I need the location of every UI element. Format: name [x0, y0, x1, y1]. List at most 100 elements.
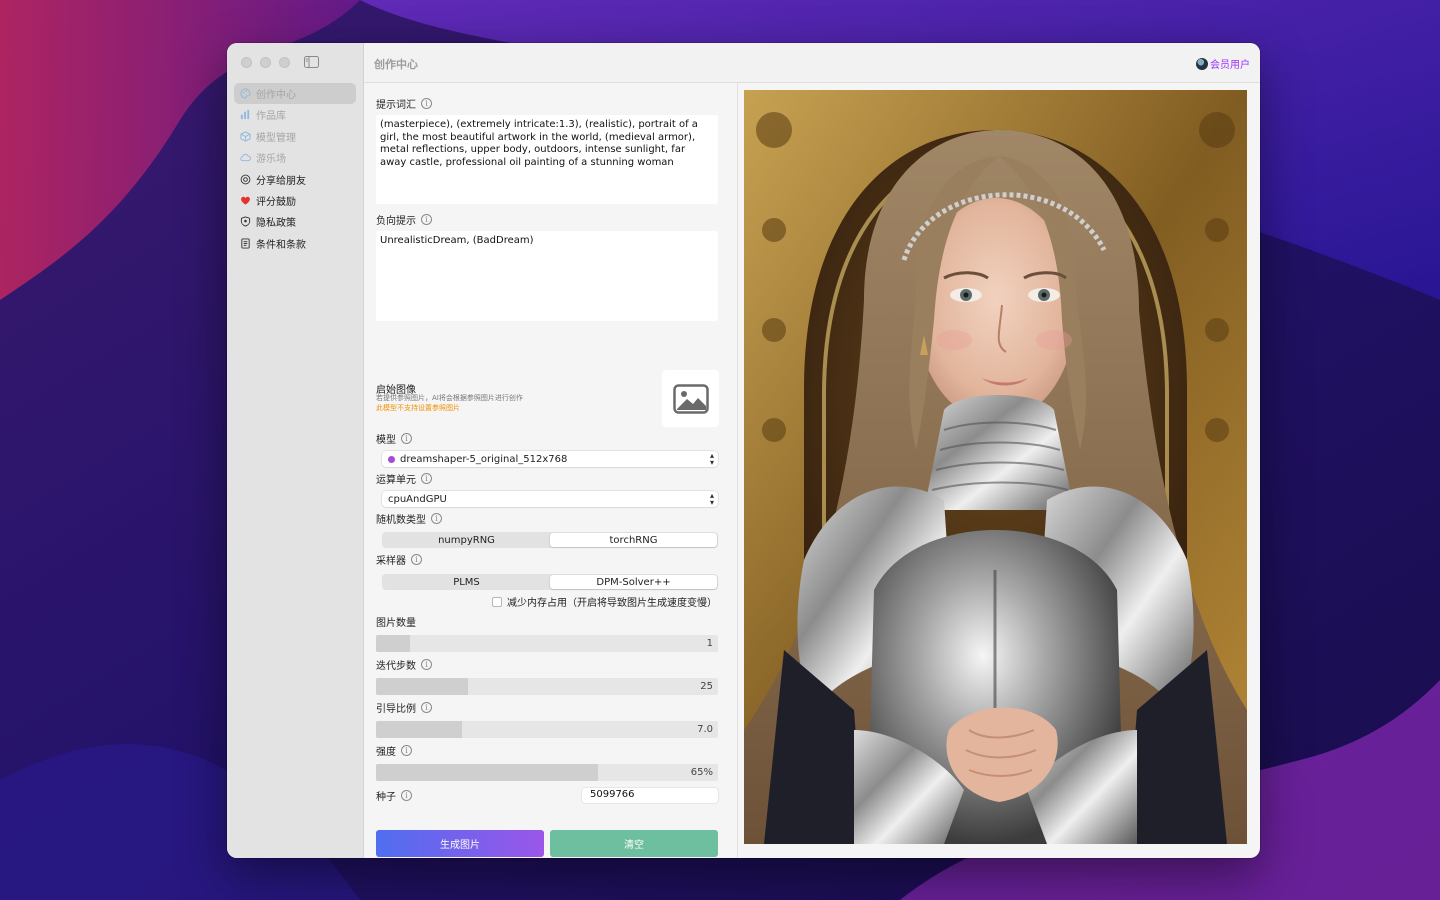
sidebar-item-privacy[interactable]: 隐私政策	[234, 211, 356, 232]
model-status-dot	[388, 455, 395, 463]
generate-button[interactable]: 生成图片	[376, 830, 544, 857]
sidebar-item-rate[interactable]: 评分鼓励	[234, 190, 356, 211]
sidebar-item-label: 隐私政策	[256, 218, 296, 230]
slider-fill	[376, 721, 462, 738]
negative-prompt-textarea[interactable]: UnrealisticDream, (BadDream)	[376, 231, 718, 321]
cube-icon	[240, 131, 251, 142]
document-icon	[241, 238, 250, 249]
slider-fill	[376, 635, 411, 652]
page-title: 创作中心	[374, 58, 418, 71]
sidebar-item-playground[interactable]: 游乐场	[234, 147, 356, 168]
minimize-window-button[interactable]	[260, 57, 271, 68]
palette-icon	[240, 88, 251, 99]
image-count-slider[interactable]: 1	[376, 635, 718, 652]
member-label: 会员用户	[1210, 60, 1250, 71]
compute-unit-label-row: 运算单元 i	[376, 471, 432, 486]
strength-label: 强度	[376, 747, 396, 758]
compute-unit-label: 运算单元	[376, 475, 416, 486]
chevron-updown-icon: ▴ ▾	[709, 451, 714, 467]
steps-value: 25	[700, 681, 713, 692]
app-window: 创作中心 作品库 模型管理 游乐场 分享给朋友 评分鼓励 隐私政策 条件和条款 …	[227, 43, 1260, 858]
panel-divider	[737, 83, 738, 858]
steps-label: 迭代步数	[376, 661, 416, 672]
init-image-picker[interactable]	[662, 370, 719, 427]
info-icon[interactable]: i	[421, 659, 432, 670]
sidebar-item-model-management[interactable]: 模型管理	[234, 126, 356, 147]
sampler-label-row: 采样器 i	[376, 552, 422, 567]
sidebar-item-label: 游乐场	[256, 154, 286, 166]
info-icon[interactable]: i	[401, 433, 412, 444]
sampler-label: 采样器	[376, 556, 406, 567]
compute-unit-select[interactable]: cpuAndGPU ▴ ▾	[382, 491, 718, 507]
strength-slider[interactable]: 65%	[376, 764, 718, 781]
sidebar-item-creation-center[interactable]: 创作中心	[234, 83, 356, 104]
negative-label-row: 负向提示 i	[376, 212, 432, 227]
steps-label-row: 迭代步数 i	[376, 657, 432, 672]
info-icon[interactable]: i	[431, 513, 442, 524]
sampler-option-dpm[interactable]: DPM-Solver++	[550, 575, 717, 589]
chart-icon	[240, 110, 250, 120]
info-icon[interactable]: i	[401, 790, 412, 801]
main-area: 创作中心 会员用户 提示词汇 i (masterpiece), (extreme…	[364, 43, 1260, 858]
prompt-textarea[interactable]: (masterpiece), (extremely intricate:1.3)…	[376, 115, 718, 204]
clear-button[interactable]: 清空	[550, 830, 718, 857]
sidebar-item-label: 分享给朋友	[256, 175, 306, 187]
slider-fill	[376, 678, 469, 695]
sidebar-toggle-icon[interactable]	[304, 56, 319, 68]
prompt-label: 提示词汇	[376, 100, 416, 111]
sampler-segmented-control: PLMS DPM-Solver++	[382, 574, 718, 590]
info-icon[interactable]: i	[421, 98, 432, 109]
member-badge[interactable]: 会员用户	[1196, 56, 1250, 71]
negative-prompt-label: 负向提示	[376, 216, 416, 227]
init-image-warning: 此模型不支持设置参照图片	[376, 404, 460, 412]
model-value: dreamshaper-5_original_512x768	[400, 453, 568, 465]
zoom-window-button[interactable]	[279, 57, 290, 68]
close-window-button[interactable]	[241, 57, 252, 68]
generated-portrait-image	[744, 90, 1247, 844]
strength-value: 65%	[690, 767, 713, 778]
steps-slider[interactable]: 25	[376, 678, 718, 695]
image-placeholder-icon	[672, 383, 709, 414]
compute-unit-value: cpuAndGPU	[388, 493, 447, 505]
info-icon[interactable]: i	[421, 702, 432, 713]
seed-label: 种子	[376, 792, 396, 803]
model-select[interactable]: dreamshaper-5_original_512x768 ▴ ▾	[382, 451, 718, 467]
model-label-row: 模型 i	[376, 431, 412, 446]
sidebar: 创作中心 作品库 模型管理 游乐场 分享给朋友 评分鼓励 隐私政策 条件和条款	[227, 43, 364, 858]
image-count-label: 图片数量	[376, 618, 416, 629]
reduce-memory-label: 减少内存占用（开启将导致图片生成速度变慢）	[507, 598, 717, 609]
info-icon[interactable]: i	[401, 745, 412, 756]
generated-image-preview[interactable]	[744, 90, 1247, 844]
seed-label-row: 种子 i	[376, 788, 412, 803]
init-image-subtitle: 若提供参照图片，AI将会根据参照图片进行创作	[376, 394, 523, 402]
guidance-slider[interactable]: 7.0	[376, 721, 718, 738]
info-icon[interactable]: i	[421, 214, 432, 225]
sampler-option-plms[interactable]: PLMS	[383, 575, 550, 589]
sidebar-item-label: 模型管理	[256, 132, 296, 144]
heart-icon	[241, 196, 250, 205]
rng-segmented-control: numpyRNG torchRNG	[382, 532, 718, 548]
sidebar-item-label: 作品库	[256, 111, 286, 123]
sidebar-item-label: 评分鼓励	[256, 196, 296, 208]
rng-option-numpy[interactable]: numpyRNG	[383, 533, 550, 547]
image-count-label-row: 图片数量	[376, 614, 416, 629]
info-icon[interactable]: i	[411, 554, 422, 565]
chevron-updown-icon: ▴ ▾	[709, 491, 714, 507]
sidebar-item-gallery[interactable]: 作品库	[234, 104, 356, 125]
rng-option-torch[interactable]: torchRNG	[550, 533, 717, 547]
info-icon[interactable]: i	[421, 473, 432, 484]
window-controls	[241, 57, 290, 68]
seed-input[interactable]: 5099766	[582, 788, 718, 803]
rng-label-row: 随机数类型 i	[376, 511, 442, 526]
guidance-value: 7.0	[697, 724, 713, 735]
sidebar-nav: 创作中心 作品库 模型管理 游乐场 分享给朋友 评分鼓励 隐私政策 条件和条款	[234, 83, 356, 254]
avatar	[1196, 57, 1208, 70]
generation-form: 提示词汇 i (masterpiece), (extremely intrica…	[376, 83, 720, 858]
sidebar-item-terms[interactable]: 条件和条款	[234, 233, 356, 254]
sidebar-item-share[interactable]: 分享给朋友	[234, 169, 356, 190]
strength-label-row: 强度 i	[376, 743, 412, 758]
titlebar: 创作中心 会员用户	[364, 43, 1260, 83]
sidebar-item-label: 条件和条款	[256, 239, 306, 251]
reduce-memory-checkbox[interactable]	[492, 596, 502, 607]
slider-fill	[376, 764, 599, 781]
